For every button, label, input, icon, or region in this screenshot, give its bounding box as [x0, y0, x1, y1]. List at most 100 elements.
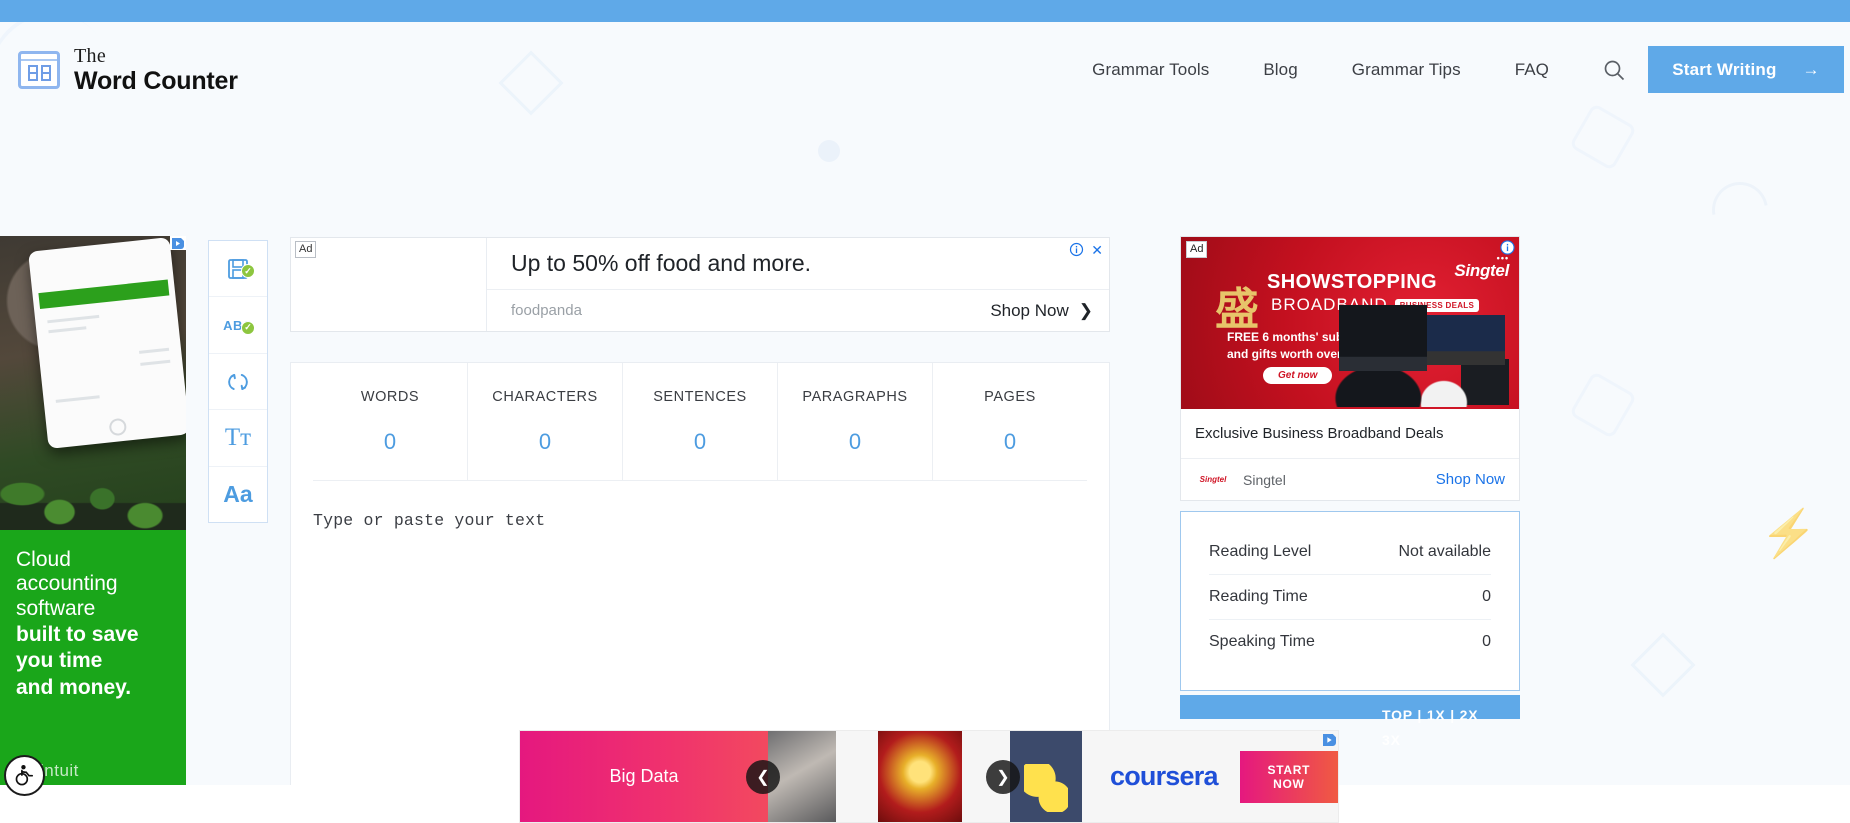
reading-level-value: Not available [1398, 543, 1492, 560]
top-ad-brand: foodpanda [511, 302, 582, 319]
nav-item-grammar-tips[interactable]: Grammar Tips [1325, 60, 1488, 80]
top-ad-shop-now-link[interactable]: Shop Now ❯ [990, 301, 1093, 321]
singtel-ad-footer: Singtel Singtel Shop Now [1181, 459, 1519, 500]
intuit-brand-logo: intuit [40, 761, 79, 780]
start-writing-button[interactable]: Start Writing → [1648, 46, 1844, 93]
singtel-brand-logo: ••• Singtel [1454, 253, 1509, 281]
font-case-tool-button[interactable]: Aa [209, 467, 267, 522]
reading-time-label: Reading Time [1209, 588, 1308, 605]
refresh-tool-button[interactable] [209, 354, 267, 411]
bg-hex-shape-2 [1568, 370, 1638, 440]
reading-level-label: Reading Level [1209, 543, 1312, 560]
bottom-ad-tile-label: Big Data [609, 766, 679, 786]
bg-bolt-shape: ⚡ [1760, 507, 1818, 559]
stat-paragraphs-label: PARAGRAPHS [802, 388, 908, 405]
start-writing-label: Start Writing [1672, 59, 1777, 79]
adchoices-icon [1323, 734, 1336, 746]
left-ad-copy: Cloud accounting software built to save … [0, 530, 186, 785]
singtel-headline-1: SHOWSTOPPING [1267, 271, 1438, 293]
start-now-button[interactable]: START NOW [1239, 750, 1338, 803]
site-header: The Word Counter Grammar Tools Blog Gram… [0, 22, 1850, 117]
site-logo[interactable]: The Word Counter [18, 46, 238, 94]
singtel-footer-brand: Singtel [1243, 471, 1286, 488]
left-ad-line-4: built to save [16, 623, 139, 647]
singtel-ad-title: Exclusive Business Broadband Deals [1181, 409, 1519, 459]
zoom-link-2x[interactable]: 2X [1460, 707, 1479, 723]
save-tool-button[interactable]: ✓ [209, 241, 267, 298]
search-icon [1604, 60, 1625, 80]
singtel-footer-logo: Singtel [1195, 472, 1231, 487]
editor-placeholder: Type or paste your text [313, 511, 546, 530]
accessibility-widget-button[interactable] [4, 755, 45, 796]
reading-stats-panel: Reading Level Not available Reading Time… [1180, 511, 1520, 691]
stat-pages-value: 0 [1003, 428, 1017, 454]
accessibility-icon [15, 764, 34, 786]
reading-time-value: 0 [1482, 588, 1491, 605]
refresh-rotate-icon [228, 373, 248, 390]
spellcheck-tool-button[interactable]: ABC ✓ [209, 297, 267, 354]
nav-item-faq[interactable]: FAQ [1488, 60, 1576, 80]
left-ad-line-1: Cloud [16, 548, 71, 571]
top-ad-thumbnail: Ad [291, 238, 487, 331]
text-size-tool-button[interactable]: Tᴛ [209, 410, 267, 467]
adchoices-triangle-icon [172, 237, 184, 249]
reading-time-row: Reading Time 0 [1209, 575, 1491, 620]
left-ad-line-5: you time [16, 649, 103, 673]
chevron-right-icon: ❯ [1078, 300, 1093, 320]
font-case-icon: Aa [223, 480, 253, 507]
nav-item-blog[interactable]: Blog [1236, 60, 1324, 80]
adchoices-info-icon[interactable] [1069, 242, 1084, 257]
speaking-time-value: 0 [1482, 633, 1491, 650]
stat-pages-label: PAGES [984, 388, 1036, 405]
singtel-logo-text: Singtel [1454, 261, 1509, 280]
nav-item-grammar-tools[interactable]: Grammar Tools [1065, 60, 1236, 80]
stat-characters-label: CHARACTERS [492, 388, 598, 405]
top-ad-badge: Ad [295, 241, 317, 258]
singtel-devices-illustration [1331, 297, 1513, 407]
left-skyscraper-ad[interactable]: Cloud accounting software built to save … [0, 236, 186, 785]
stat-pages: PAGES 0 [933, 363, 1087, 480]
zoom-links: TOP | 1X | 2X 3X [1382, 703, 1502, 753]
zoom-speed-panel: TOP | 1X | 2X 3X [1180, 695, 1520, 748]
left-ad-line-2: accounting [16, 572, 118, 596]
stat-words: WORDS 0 [313, 363, 468, 480]
seedlings-illustration [0, 410, 186, 530]
stat-characters-value: 0 [538, 428, 552, 454]
text-editor-area[interactable]: Type or paste your text [291, 481, 1109, 530]
bottom-banner-ad[interactable]: Big Data coursera START NOW ❮ ❯ [519, 730, 1339, 823]
close-ad-icon[interactable]: ✕ [1091, 243, 1103, 257]
stats-row: WORDS 0 CHARACTERS 0 SENTENCES 0 PARAGRA… [313, 363, 1087, 481]
bg-arc-shape [1701, 171, 1779, 249]
word-counter-logo-icon [18, 50, 60, 89]
stat-sentences-label: SENTENCES [653, 388, 747, 405]
save-ok-badge: ✓ [241, 264, 255, 279]
bottom-ad-cta-area: coursera START NOW [1082, 731, 1338, 822]
stat-sentences: SENTENCES 0 [623, 363, 778, 480]
stat-words-value: 0 [383, 428, 397, 454]
zoom-link-top[interactable]: TOP [1382, 707, 1413, 723]
singtel-ad-badge: Ad [1186, 241, 1208, 258]
carousel-next-button[interactable]: ❯ [986, 760, 1020, 794]
singtel-ad-banner: Ad ••• Singtel 盛 SHOWSTOPPING BROADBAND … [1181, 237, 1519, 409]
top-banner-ad[interactable]: Ad ✕ Up to 50% off food and more. foodpa… [290, 237, 1110, 332]
text-size-icon: Tᴛ [224, 423, 252, 451]
left-ad-line-3: software [16, 596, 96, 620]
stat-characters: CHARACTERS 0 [468, 363, 623, 480]
search-button[interactable] [1602, 58, 1626, 82]
zoom-link-1x[interactable]: 1X [1427, 707, 1446, 723]
spellcheck-ok-badge: ✓ [241, 320, 255, 335]
bg-dot-shape [818, 140, 840, 162]
speaking-time-label: Speaking Time [1209, 633, 1315, 650]
zoom-sep-1: | [1417, 707, 1423, 723]
zoom-link-3x[interactable]: 3X [1382, 732, 1401, 748]
singtel-get-now-button[interactable]: Get now [1263, 367, 1333, 384]
carousel-prev-button[interactable]: ❮ [746, 760, 780, 794]
adchoices-icon[interactable] [170, 236, 186, 250]
stat-words-label: WORDS [360, 388, 420, 405]
bottom-ad-adchoices[interactable] [1323, 733, 1336, 751]
top-ad-headline: Up to 50% off food and more. [487, 238, 1109, 290]
singtel-shop-now-link[interactable]: Shop Now [1436, 471, 1505, 488]
singtel-ad[interactable]: Ad ••• Singtel 盛 SHOWSTOPPING BROADBAND … [1180, 236, 1520, 501]
singtel-chinese-character: 盛 [1215, 285, 1259, 334]
coursera-logo: coursera [1110, 761, 1218, 791]
